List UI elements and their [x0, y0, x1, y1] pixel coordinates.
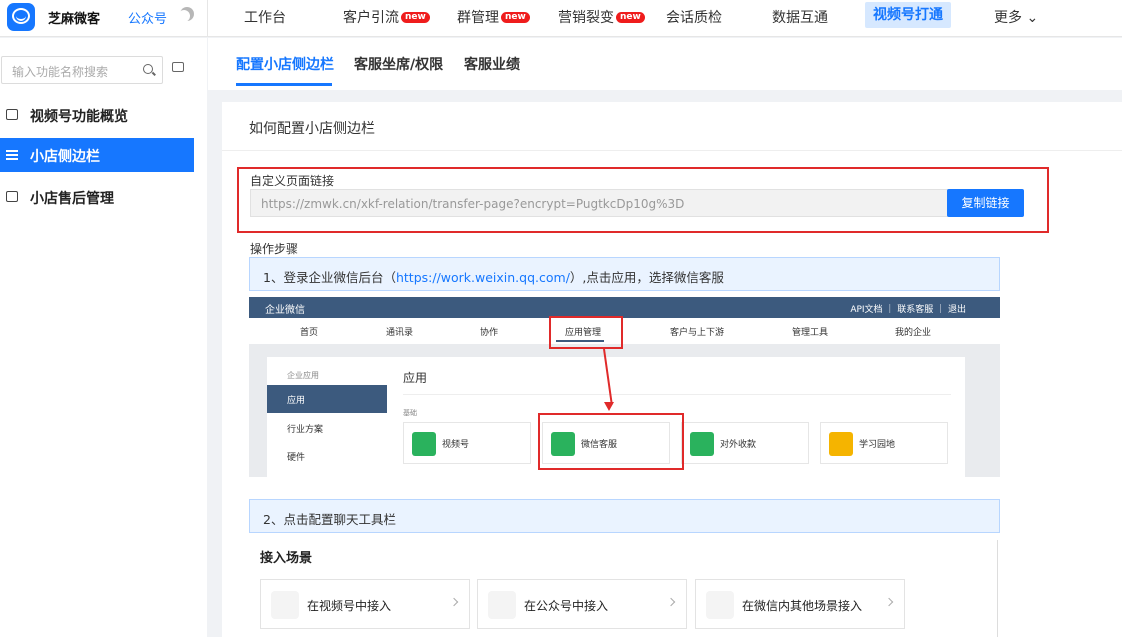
list-icon [6, 149, 18, 160]
new-badge: new [401, 12, 430, 23]
wecom-app-tile: 视频号 [403, 422, 531, 464]
wecom-left-item: 应用 [287, 396, 306, 406]
nav-data-interop[interactable]: 数据互通 [772, 7, 828, 27]
sidebar-item-aftersale[interactable]: 小店售后管理 [0, 180, 194, 214]
wecom-left-item: 硬件 [287, 453, 306, 463]
step-1-bar: 1、登录企业微信后台（https://work.weixin.qq.com/）,… [249, 257, 1000, 291]
card-title: 如何配置小店侧边栏 [249, 121, 375, 137]
nav-marketing-fission[interactable]: 营销裂变 new [558, 7, 645, 27]
tab-configure-sidebar[interactable]: 配置小店侧边栏 [236, 54, 334, 74]
wecom-nav-item: 协作 [480, 328, 499, 338]
wecom-main-title: 应用 [403, 371, 428, 385]
chevron-right-icon [884, 597, 894, 607]
nav-workbench[interactable]: 工作台 [244, 7, 286, 27]
nav-session-inspection[interactable]: 会话质检 [666, 7, 722, 27]
top-bar: 芝麻微客 公众号 工作台 客户引流 new 群管理 new 营销裂变 new 会话质检… [0, 0, 1122, 37]
step-1-prefix: 1、登录企业微信后台（ [263, 270, 396, 285]
scene-wechat-other[interactable]: 在微信内其他场景接入 [695, 579, 905, 629]
tab-agent-permissions[interactable]: 客服坐席/权限 [354, 54, 443, 74]
yen-icon [690, 432, 714, 456]
nav-group-management[interactable]: 群管理 new [457, 7, 530, 27]
wecom-nav-item: 管理工具 [792, 328, 829, 338]
highlight-box [549, 316, 623, 349]
nav-customer-acquisition[interactable]: 客户引流 new [343, 7, 430, 27]
nav-more[interactable]: 更多 ⌄ [994, 7, 1038, 27]
wecom-top-links: API文档 ｜ 联系客服 ｜ 退出 [850, 305, 966, 315]
url-field[interactable]: https://zmwk.cn/xkf-relation/transfer-pa… [250, 189, 948, 217]
layout-toggle-icon[interactable] [172, 62, 184, 72]
wechat-icon [706, 591, 734, 619]
account-tag[interactable]: 公众号 [128, 8, 167, 27]
search-placeholder: 输入功能名称搜索 [12, 65, 109, 79]
search-icon[interactable] [143, 64, 153, 74]
scene-title: 接入场景 [260, 551, 313, 566]
arrow-head-icon [604, 402, 614, 411]
tab-indicator [236, 83, 332, 86]
scene-channels[interactable]: 在视频号中接入 [260, 579, 470, 629]
channels-icon [412, 432, 436, 456]
step-2-text: 2、点击配置聊天工具栏 [263, 512, 396, 527]
overview-icon [6, 109, 18, 120]
planet-icon [829, 432, 853, 456]
url-label: 自定义页面链接 [250, 174, 335, 188]
tab-bar: 配置小店侧边栏 客服坐席/权限 客服业绩 [208, 38, 1122, 90]
new-badge: new [501, 12, 530, 23]
wecom-brand: 企业微信 [265, 305, 305, 316]
tab-agent-performance[interactable]: 客服业绩 [464, 54, 520, 74]
chevron-right-icon [449, 597, 459, 607]
wecom-app-tile: 学习园地 [820, 422, 948, 464]
official-account-icon [488, 591, 516, 619]
wecom-nav-item: 我的企业 [895, 328, 932, 338]
wecom-left-item: 行业方案 [287, 425, 324, 435]
nav-channels[interactable]: 视频号打通 [865, 2, 951, 28]
wecom-sub-label: 基础 [403, 409, 417, 417]
highlight-box [538, 413, 684, 470]
wecom-nav-item: 通讯录 [386, 328, 414, 338]
wecom-app-tile: 对外收款 [681, 422, 809, 464]
search-input[interactable]: 输入功能名称搜索 [1, 56, 163, 84]
steps-label: 操作步骤 [250, 242, 299, 256]
url-value: https://zmwk.cn/xkf-relation/transfer-pa… [261, 197, 685, 211]
wecom-nav-item: 客户与上下游 [670, 328, 725, 338]
wecom-admin-link[interactable]: https://work.weixin.qq.com/ [396, 270, 570, 285]
brand-name: 芝麻微客 [48, 12, 101, 27]
sidebar-item-channels-overview[interactable]: 视频号功能概览 [0, 98, 194, 132]
wecom-nav-item: 首页 [300, 328, 319, 338]
theme-toggle-icon[interactable] [180, 7, 194, 21]
new-badge: new [616, 12, 645, 23]
channels-icon [271, 591, 299, 619]
copy-link-button[interactable]: 复制链接 [947, 189, 1024, 217]
step-2-bar: 2、点击配置聊天工具栏 [249, 499, 1000, 533]
scene-official-account[interactable]: 在公众号中接入 [477, 579, 687, 629]
step-1-suffix: ）,点击应用，选择微信客服 [569, 270, 724, 285]
brand-logo-icon[interactable] [7, 3, 35, 31]
wecom-left-header: 企业应用 [287, 371, 319, 380]
monitor-icon [6, 191, 18, 202]
sidebar: 输入功能名称搜索 视频号功能概览 小店侧边栏 小店售后管理 [0, 38, 207, 637]
chevron-right-icon [666, 597, 676, 607]
sidebar-item-shop-sidebar[interactable]: 小店侧边栏 [0, 138, 194, 172]
